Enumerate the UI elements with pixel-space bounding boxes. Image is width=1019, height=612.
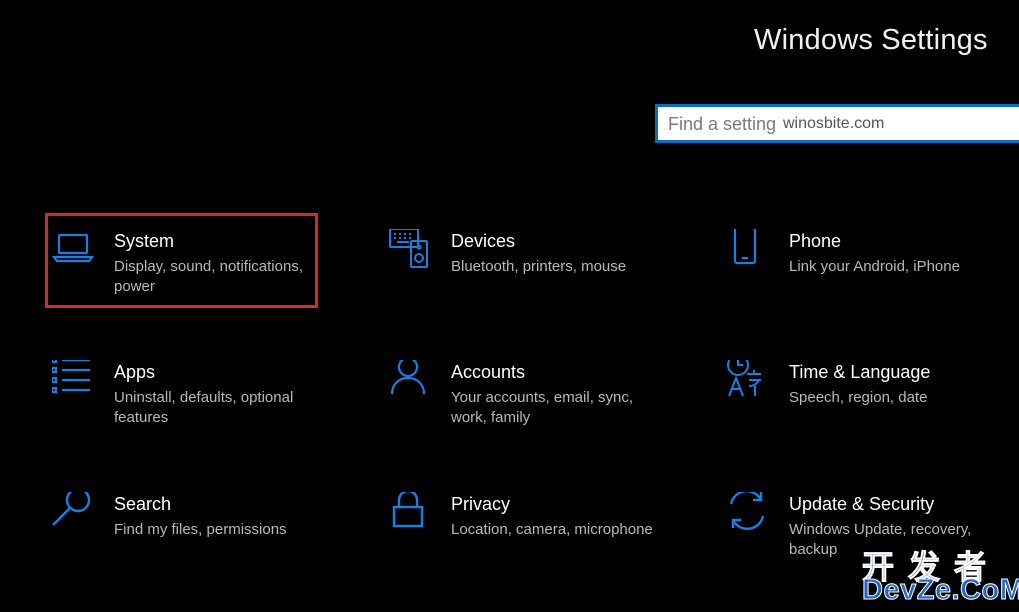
tile-time-language[interactable]: Time & Language Speech, region, date: [727, 360, 1019, 456]
tile-phone[interactable]: Phone Link your Android, iPhone: [727, 229, 1019, 325]
watermark-en: DevZe.CoM: [861, 574, 1019, 607]
tile-phone-desc: Link your Android, iPhone: [789, 258, 960, 275]
tile-apps[interactable]: Apps Uninstall, defaults, optional featu…: [52, 360, 352, 456]
tile-accounts-desc: Your accounts, email, sync, work, family: [451, 389, 634, 426]
tile-system-label: System: [114, 231, 175, 251]
tile-time-language-label: Time & Language: [789, 362, 931, 382]
search-box[interactable]: [655, 104, 1019, 143]
tile-time-language-desc: Speech, region, date: [789, 389, 928, 406]
tile-accounts[interactable]: Accounts Your accounts, email, sync, wor…: [389, 360, 689, 456]
tile-devices-label: Devices: [451, 231, 516, 251]
tile-update-security-label: Update & Security: [789, 494, 935, 514]
tile-devices-desc: Bluetooth, printers, mouse: [451, 258, 627, 275]
tile-system-desc: Display, sound, notifications, power: [114, 258, 303, 295]
phone-icon: [727, 229, 771, 273]
time-language-icon: [727, 360, 771, 404]
laptop-icon: [52, 229, 96, 273]
person-icon: [389, 360, 433, 404]
tile-search-desc: Find my files, permissions: [114, 521, 287, 538]
tile-search-label: Search: [114, 494, 172, 514]
tile-accounts-label: Accounts: [451, 362, 526, 382]
lock-icon: [389, 492, 433, 536]
tile-system[interactable]: System Display, sound, notifications, po…: [52, 229, 352, 325]
tile-privacy-label: Privacy: [451, 494, 511, 514]
tile-devices[interactable]: Devices Bluetooth, printers, mouse: [389, 229, 689, 325]
page-title: Windows Settings: [754, 24, 988, 56]
apps-list-icon: [52, 360, 96, 404]
search-input[interactable]: [668, 112, 1008, 136]
tile-privacy[interactable]: Privacy Location, camera, microphone: [389, 492, 689, 588]
tile-privacy-desc: Location, camera, microphone: [451, 521, 653, 538]
search-icon: [52, 492, 96, 536]
tile-search[interactable]: Search Find my files, permissions: [52, 492, 352, 588]
sync-icon: [727, 492, 771, 536]
keyboard-speaker-icon: [389, 229, 433, 273]
tile-apps-label: Apps: [114, 362, 156, 382]
tile-apps-desc: Uninstall, defaults, optional features: [114, 389, 294, 426]
tile-phone-label: Phone: [789, 231, 842, 251]
